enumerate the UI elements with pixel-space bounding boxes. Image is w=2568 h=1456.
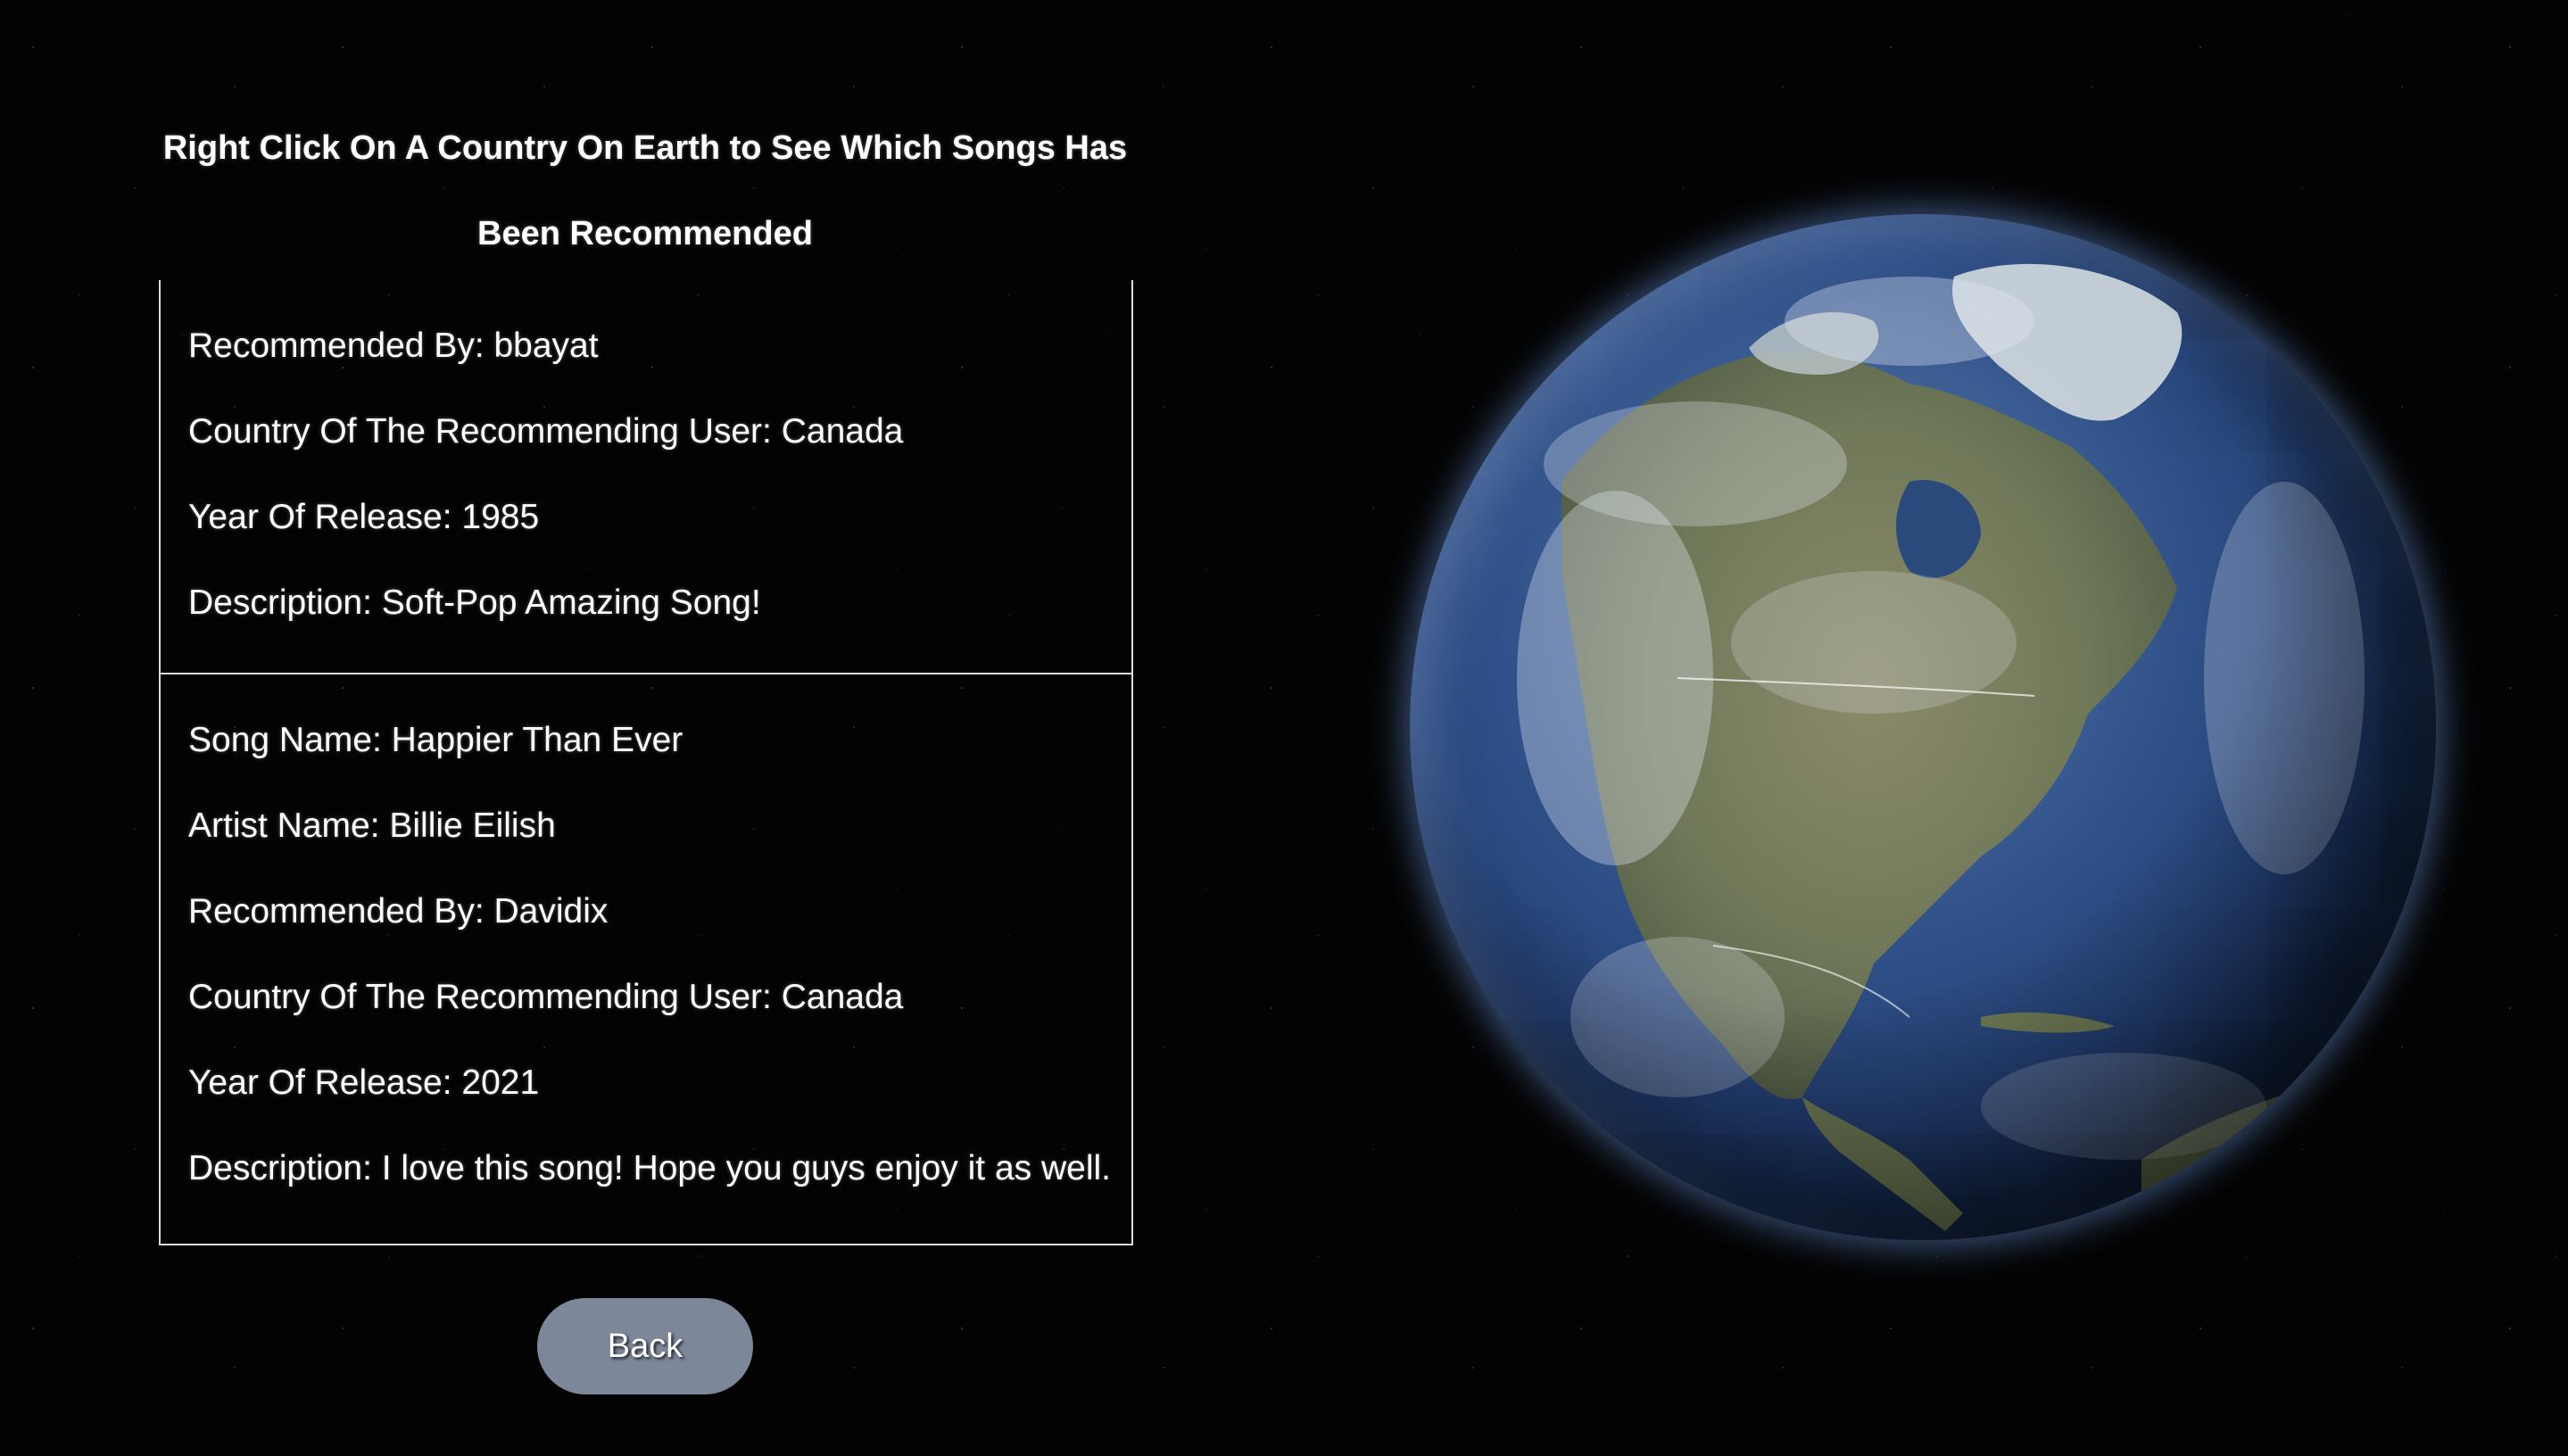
year-of-release: Year Of Release: 1985	[188, 498, 540, 536]
title-line-1: Right Click On A Country On Earth to See…	[162, 129, 1128, 167]
earth-globe-container[interactable]	[1383, 187, 2463, 1267]
artist-name: Artist Name: Billie Eilish	[188, 807, 556, 845]
recommended-by: Recommended By: Davidix	[188, 892, 609, 931]
country: Country Of The Recommending User: Canada	[188, 412, 904, 451]
year-of-release: Year Of Release: 2021	[188, 1063, 540, 1102]
title-line-2: Been Recommended	[477, 215, 813, 252]
description: Description: Soft-Pop Amazing Song!	[188, 583, 761, 622]
song-list[interactable]: Recommended By: bbayat Country Of The Re…	[159, 280, 1133, 1245]
song-entry: Recommended By: bbayat Country Of The Re…	[161, 280, 1131, 674]
country: Country Of The Recommending User: Canada	[188, 978, 904, 1016]
earth-globe-icon[interactable]	[1410, 214, 2436, 1240]
page-title: Right Click On A Country On Earth to See…	[159, 105, 1131, 277]
song-name: Song Name: Happier Than Ever	[188, 721, 683, 759]
song-entry: Song Name: Happier Than Ever Artist Name…	[161, 674, 1131, 1244]
description: Description: I love this song! Hope you …	[188, 1149, 1112, 1187]
recommended-by: Recommended By: bbayat	[188, 327, 599, 365]
earth-map-icon	[1410, 214, 2436, 1240]
back-button[interactable]: Back	[537, 1298, 753, 1394]
